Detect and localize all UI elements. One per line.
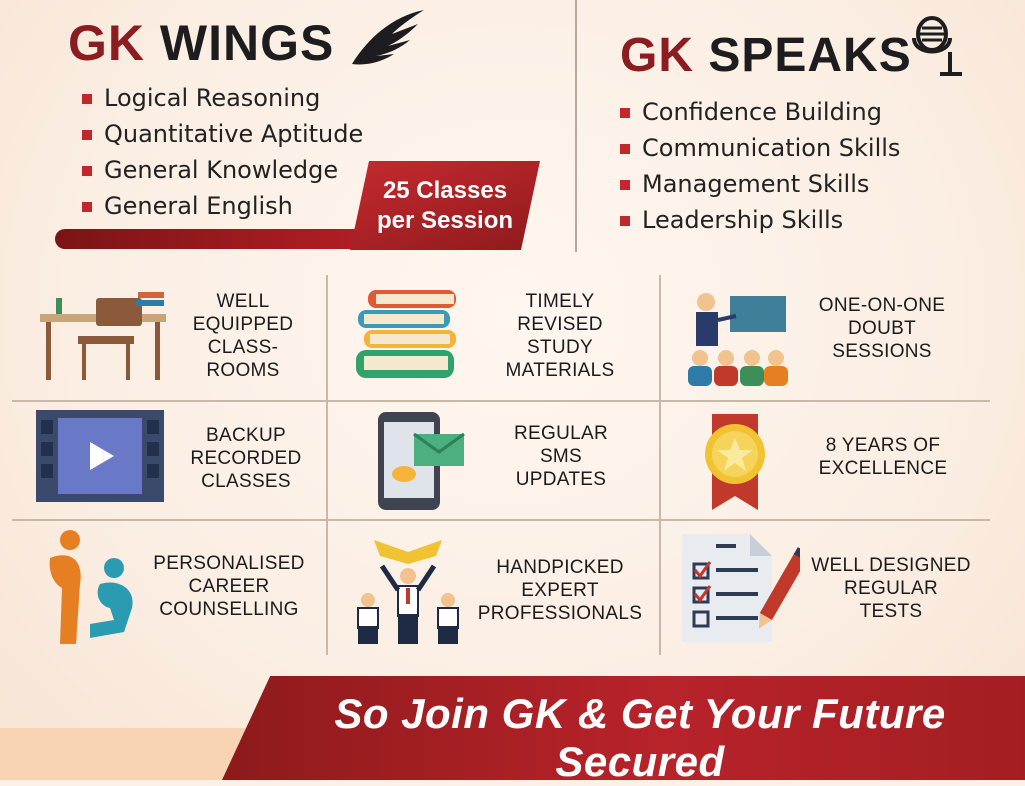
feature-label: ONE-ON-ONE DOUBT SESSIONS bbox=[818, 295, 946, 362]
speaks-brand-name: SPEAKS bbox=[708, 29, 912, 82]
feature-regular-tests: WELL DESIGNED REGULAR TESTS bbox=[680, 530, 980, 650]
bullet-square-icon bbox=[82, 202, 92, 212]
classes-line-1: 25 Classes bbox=[382, 177, 508, 204]
skill-item: Leadership Skills bbox=[620, 202, 900, 238]
feature-study-materials: TIMELY REVISED STUDY MATERIALS bbox=[354, 288, 654, 388]
subject-item: General English bbox=[82, 188, 363, 224]
subject-item: General Knowledge bbox=[82, 152, 363, 188]
feature-label: 8 YEARS OF EXCELLENCE bbox=[818, 435, 948, 479]
grid-divider-h bbox=[12, 400, 990, 402]
feature-classrooms: WELL EQUIPPED CLASS- ROOMS bbox=[38, 288, 318, 388]
microphone-icon bbox=[912, 16, 962, 76]
bottom-peach-shape bbox=[0, 728, 260, 780]
subject-item: Quantitative Aptitude bbox=[82, 116, 363, 152]
tagline-text: So Join GK & Get Your Future Secured bbox=[334, 690, 946, 785]
bullet-square-icon bbox=[82, 166, 92, 176]
feature-years-excellence: 8 YEARS OF EXCELLENCE bbox=[700, 414, 980, 514]
speaks-skill-list: Confidence Building Communication Skills… bbox=[620, 94, 900, 238]
feature-recorded-classes: BACKUP RECORDED CLASSES bbox=[36, 410, 316, 510]
experts-team-icon bbox=[357, 540, 459, 644]
feature-label: WELL DESIGNED REGULAR TESTS bbox=[811, 555, 971, 622]
feature-sms-updates: REGULAR SMS UPDATES bbox=[378, 412, 658, 512]
feature-label: TIMELY REVISED STUDY MATERIALS bbox=[505, 291, 615, 381]
speaks-brand-prefix: GK bbox=[620, 29, 694, 82]
skill-item: Confidence Building bbox=[620, 94, 900, 130]
gk-speaks-title: GK SPEAKS bbox=[620, 28, 912, 83]
skill-item: Communication Skills bbox=[620, 130, 900, 166]
medal-icon bbox=[705, 414, 765, 510]
feature-label: BACKUP RECORDED CLASSES bbox=[190, 425, 302, 492]
feature-doubt-sessions: ONE-ON-ONE DOUBT SESSIONS bbox=[682, 290, 982, 390]
grid-divider-v bbox=[659, 275, 661, 655]
feature-label: WELL EQUIPPED CLASS- ROOMS bbox=[192, 291, 294, 381]
wings-brand-name: WINGS bbox=[159, 15, 335, 71]
vertical-divider bbox=[575, 0, 577, 252]
wing-icon bbox=[352, 10, 424, 65]
wings-subject-list: Logical Reasoning Quantitative Aptitude … bbox=[82, 80, 363, 224]
feature-career-counselling: PERSONALISED CAREER COUNSELLING bbox=[40, 528, 320, 648]
video-player-icon bbox=[36, 410, 164, 502]
classes-per-session-badge: 25 Classes per Session bbox=[350, 161, 540, 250]
wings-underline-strip bbox=[55, 229, 365, 249]
feature-expert-professionals: HANDPICKED EXPERT PROFESSIONALS bbox=[352, 530, 652, 650]
grid-divider-h bbox=[12, 519, 990, 521]
subject-item: Logical Reasoning bbox=[82, 80, 363, 116]
bullet-square-icon bbox=[620, 108, 630, 118]
gk-wings-title: GK WINGS bbox=[68, 14, 334, 72]
feature-label: HANDPICKED EXPERT PROFESSIONALS bbox=[477, 557, 643, 624]
feature-label: PERSONALISED CAREER COUNSELLING bbox=[153, 553, 305, 620]
book-stack-icon bbox=[356, 290, 456, 378]
teacher-students-icon bbox=[688, 293, 788, 386]
classroom-desk-icon bbox=[40, 292, 166, 380]
feature-label: REGULAR SMS UPDATES bbox=[514, 423, 608, 490]
counselling-people-icon bbox=[49, 530, 133, 644]
classes-line-2: per Session bbox=[376, 207, 514, 234]
bullet-square-icon bbox=[82, 94, 92, 104]
bullet-square-icon bbox=[82, 130, 92, 140]
skill-item: Management Skills bbox=[620, 166, 900, 202]
phone-sms-icon bbox=[378, 412, 465, 510]
bullet-square-icon bbox=[620, 144, 630, 154]
bullet-square-icon bbox=[620, 180, 630, 190]
wings-brand-prefix: GK bbox=[68, 15, 145, 71]
bullet-square-icon bbox=[620, 216, 630, 226]
checklist-pencil-icon bbox=[682, 534, 800, 642]
grid-divider-v bbox=[326, 275, 328, 655]
